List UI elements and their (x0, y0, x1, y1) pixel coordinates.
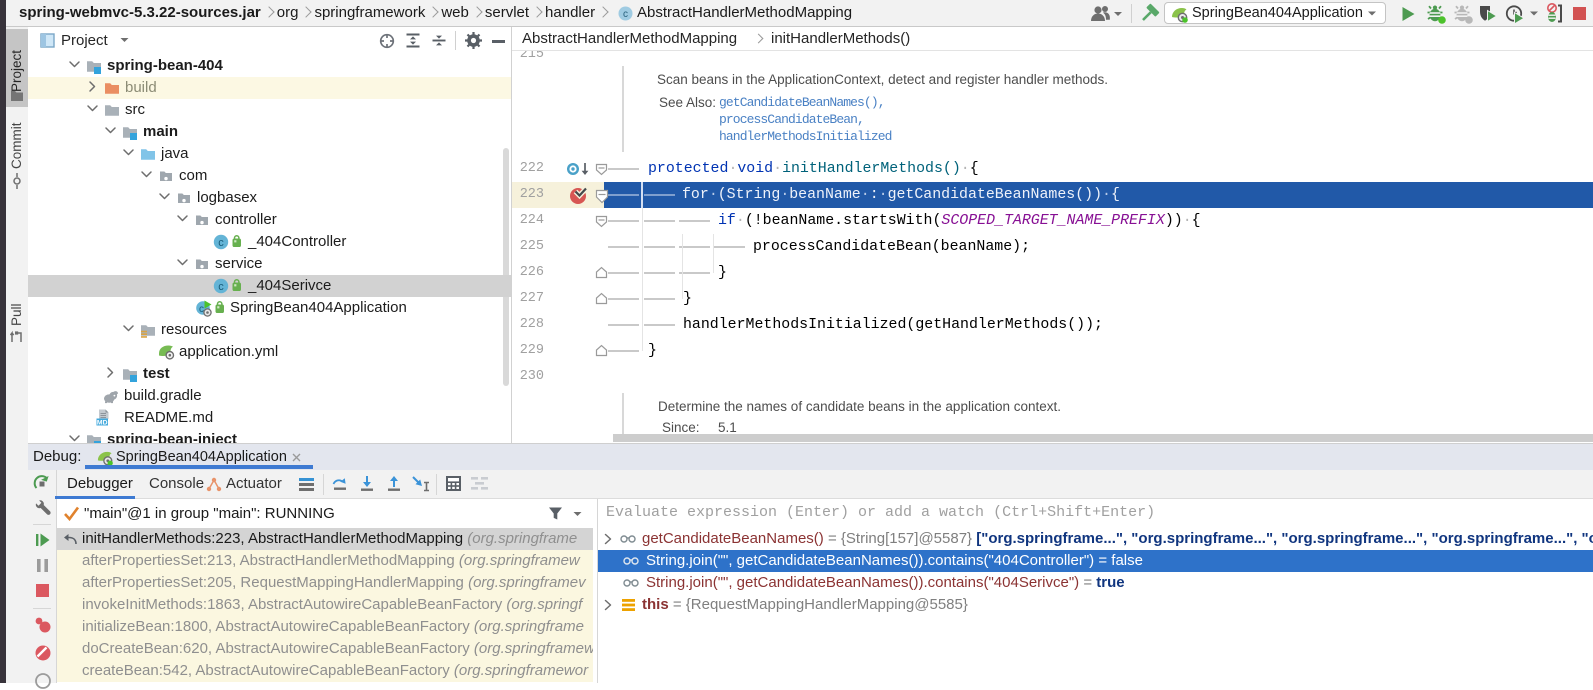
svg-text:c: c (623, 9, 628, 20)
